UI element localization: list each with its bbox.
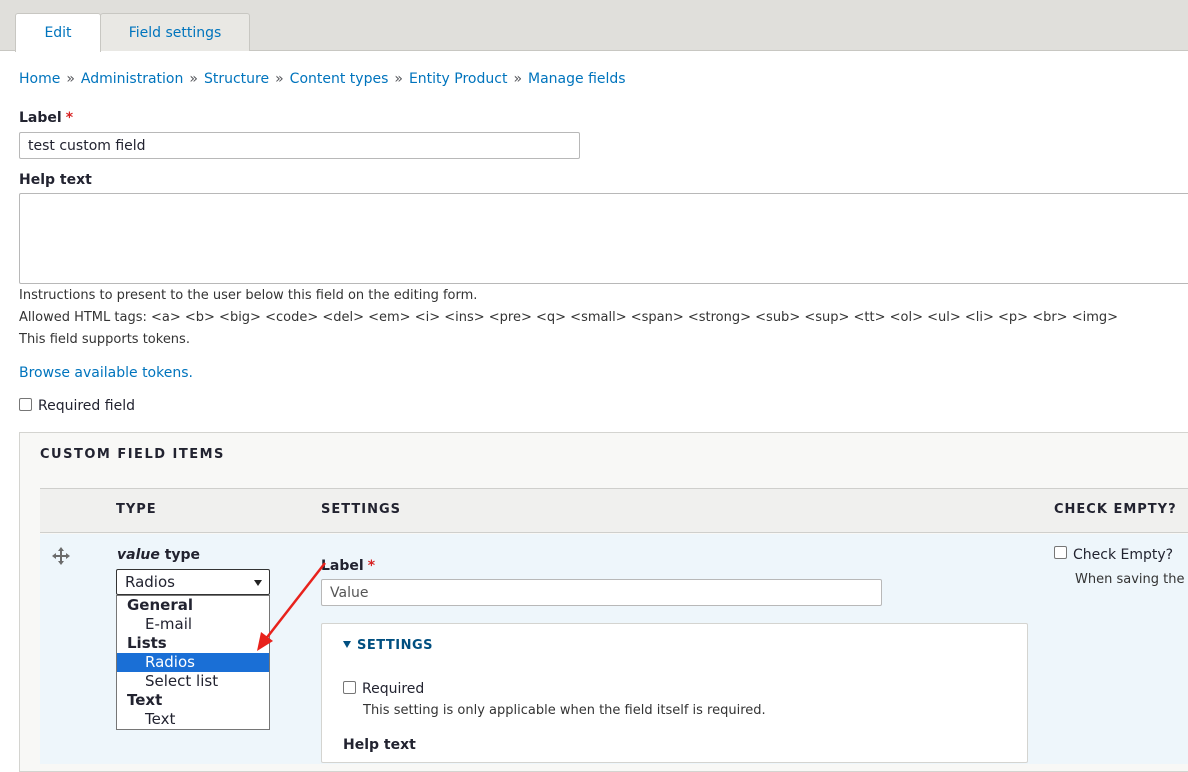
value-type-label-em: value <box>117 547 160 563</box>
required-field-label: Required field <box>38 398 135 414</box>
browse-tokens-link[interactable]: Browse available tokens. <box>19 365 193 381</box>
help-text-label: Help text <box>19 172 92 188</box>
required-marker: * <box>65 110 74 126</box>
required-field-checkbox[interactable] <box>19 398 32 411</box>
settings-summary-label: SETTINGS <box>357 638 434 653</box>
help-text-textarea[interactable] <box>19 193 1188 284</box>
required-marker: * <box>367 558 376 574</box>
item-required-description: This setting is only applicable when the… <box>363 703 766 718</box>
settings-label-label: Label * <box>321 558 375 574</box>
custom-field-items-legend: CUSTOM FIELD ITEMS <box>40 447 225 462</box>
label-input[interactable] <box>19 132 580 159</box>
tokens-note: This field supports tokens. <box>19 332 190 347</box>
check-empty-description: When saving the <box>1075 572 1185 587</box>
tab-field-settings[interactable]: Field settings <box>100 13 250 51</box>
tab-edit[interactable]: Edit <box>15 13 101 52</box>
breadcrumb-manage-fields[interactable]: Manage fields <box>528 71 626 87</box>
optgroup-lists: Lists <box>127 634 167 652</box>
allowed-html-tags: Allowed HTML tags: <a> <b> <big> <code> … <box>19 310 1119 325</box>
table-header <box>40 488 1188 533</box>
item-required-label: Required <box>362 681 425 697</box>
triangle-down-icon <box>343 641 351 648</box>
column-check-empty: CHECK EMPTY? <box>1054 502 1177 517</box>
type-select[interactable]: Radios <box>116 569 270 595</box>
tab-bar: Edit Field settings <box>0 0 1188 52</box>
check-empty-checkbox[interactable] <box>1054 546 1067 559</box>
breadcrumb-separator: » <box>394 71 403 87</box>
breadcrumb-structure[interactable]: Structure <box>204 71 269 87</box>
item-required-checkbox[interactable] <box>343 681 356 694</box>
optgroup-text: Text <box>127 691 163 709</box>
value-type-label: value type <box>117 547 200 563</box>
settings-label-input[interactable] <box>321 579 882 606</box>
settings-label-text: Label <box>321 558 364 574</box>
column-type: TYPE <box>116 502 157 517</box>
option-radios[interactable]: Radios <box>117 653 269 672</box>
breadcrumb-content-types[interactable]: Content types <box>290 71 389 87</box>
option-text[interactable]: Text <box>117 710 269 729</box>
column-settings: SETTINGS <box>321 502 402 517</box>
check-empty-label: Check Empty? <box>1073 547 1174 563</box>
breadcrumb-separator: » <box>513 71 523 87</box>
option-select-list[interactable]: Select list <box>117 672 269 691</box>
help-text-description: Instructions to present to the user belo… <box>19 288 478 303</box>
type-select-value: Radios <box>125 573 175 591</box>
breadcrumb: Home » Administration » Structure » Content ty… <box>19 71 626 87</box>
breadcrumb-entity-product[interactable]: Entity Product <box>409 71 507 87</box>
label-field-label: Label * <box>19 110 73 126</box>
caret-down-icon <box>254 580 262 586</box>
label-field-label-text: Label <box>19 110 62 126</box>
breadcrumb-administration[interactable]: Administration <box>81 71 183 87</box>
drag-handle-icon[interactable] <box>52 547 70 565</box>
breadcrumb-home[interactable]: Home <box>19 71 60 87</box>
breadcrumb-separator: » <box>275 71 284 87</box>
value-type-label-rest: type <box>159 547 201 563</box>
optgroup-general: General <box>127 596 193 614</box>
breadcrumb-separator: » <box>66 71 75 87</box>
type-dropdown-list: General E-mail Lists Radios Select list … <box>116 595 270 730</box>
item-help-text-label: Help text <box>343 737 416 753</box>
option-email[interactable]: E-mail <box>117 615 269 634</box>
settings-summary-toggle[interactable]: SETTINGS <box>343 638 433 653</box>
breadcrumb-separator: » <box>189 71 198 87</box>
